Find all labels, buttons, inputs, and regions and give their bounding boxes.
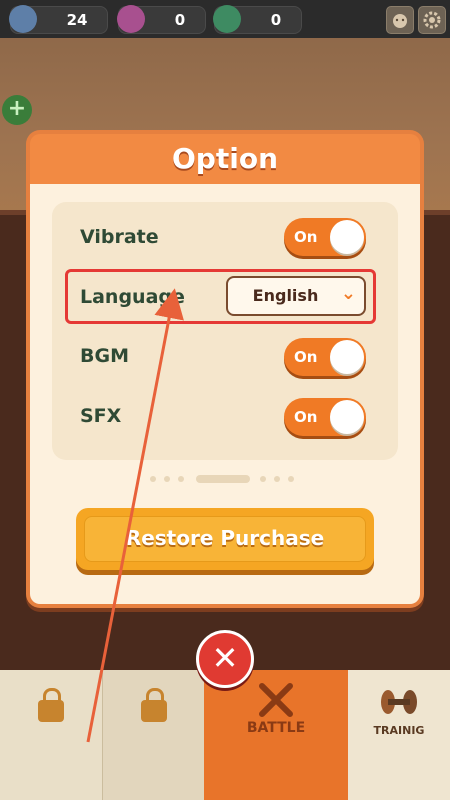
annotation-arrow <box>86 288 184 743</box>
